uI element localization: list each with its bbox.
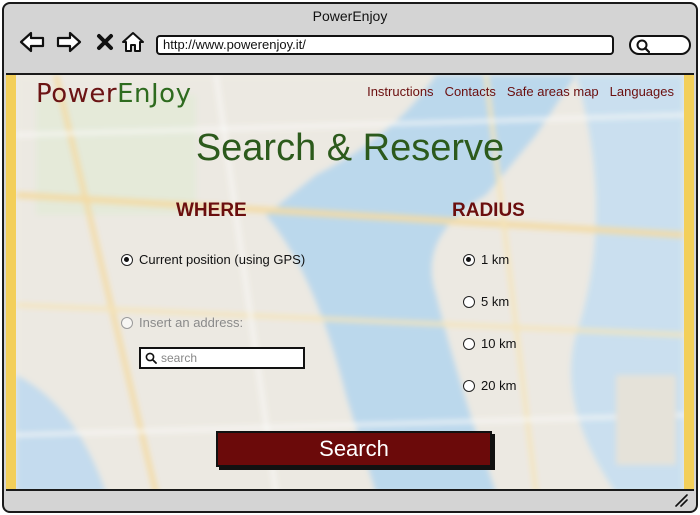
address-search-input[interactable]: search [139, 347, 305, 369]
radius-option-5km-label: 5 km [481, 294, 510, 309]
radius-option-20km-label: 20 km [481, 378, 517, 393]
page-viewport[interactable]: PowerEnJoy Instructions Contacts Safe ar… [6, 73, 694, 491]
nav-safe-areas-map[interactable]: Safe areas map [507, 84, 599, 99]
radio-address[interactable] [121, 316, 133, 329]
where-option-gps-label: Current position (using GPS) [139, 252, 306, 267]
radio-1km[interactable] [463, 253, 475, 266]
site-nav: Instructions Contacts Safe areas map Lan… [367, 84, 674, 99]
browser-search-field[interactable] [629, 35, 691, 55]
radius-option-1km-label: 1 km [481, 252, 510, 267]
radio-10km[interactable] [463, 337, 475, 350]
nav-languages[interactable]: Languages [610, 84, 674, 99]
back-arrow-icon[interactable] [18, 28, 46, 56]
resize-grip-icon[interactable] [674, 493, 688, 507]
home-icon[interactable] [119, 28, 147, 56]
page-title: Search & Reserve [195, 127, 505, 169]
stop-x-icon[interactable] [91, 28, 119, 56]
nav-contacts[interactable]: Contacts [445, 84, 496, 99]
radius-option-20km[interactable]: 20 km [463, 378, 516, 393]
address-search-placeholder: search [161, 351, 198, 365]
logo-part-power: Power [36, 79, 118, 109]
logo-part-enjoy: EnJoy [117, 79, 192, 109]
forward-arrow-icon[interactable] [55, 28, 83, 56]
radio-gps[interactable] [121, 253, 133, 266]
search-icon [636, 39, 650, 53]
nav-instructions[interactable]: Instructions [367, 84, 433, 99]
where-option-address-label: Insert an address: [139, 315, 244, 330]
map-background: PowerEnJoy Instructions Contacts Safe ar… [16, 75, 684, 489]
where-option-address[interactable]: Insert an address: [121, 315, 243, 330]
where-title: WHERE [176, 200, 247, 221]
browser-toolbar: http://www.powerenjoy.it/ [4, 28, 696, 72]
search-button[interactable]: Search [216, 431, 492, 467]
radius-option-1km[interactable]: 1 km [463, 252, 509, 267]
site-logo[interactable]: PowerEnJoy [36, 79, 191, 109]
radius-option-10km-label: 10 km [481, 336, 517, 351]
url-input[interactable]: http://www.powerenjoy.it/ [156, 35, 614, 55]
window-title: PowerEnjoy [312, 8, 388, 24]
radio-5km[interactable] [463, 295, 475, 308]
radius-option-5km[interactable]: 5 km [463, 294, 509, 309]
radius-option-10km[interactable]: 10 km [463, 336, 516, 351]
radio-20km[interactable] [463, 379, 475, 392]
browser-window: PowerEnjoy http://www.powerenjoy.it/ Pow… [2, 2, 698, 513]
search-icon [145, 352, 157, 364]
radius-title: RADIUS [452, 200, 525, 221]
where-option-gps[interactable]: Current position (using GPS) [121, 252, 305, 267]
